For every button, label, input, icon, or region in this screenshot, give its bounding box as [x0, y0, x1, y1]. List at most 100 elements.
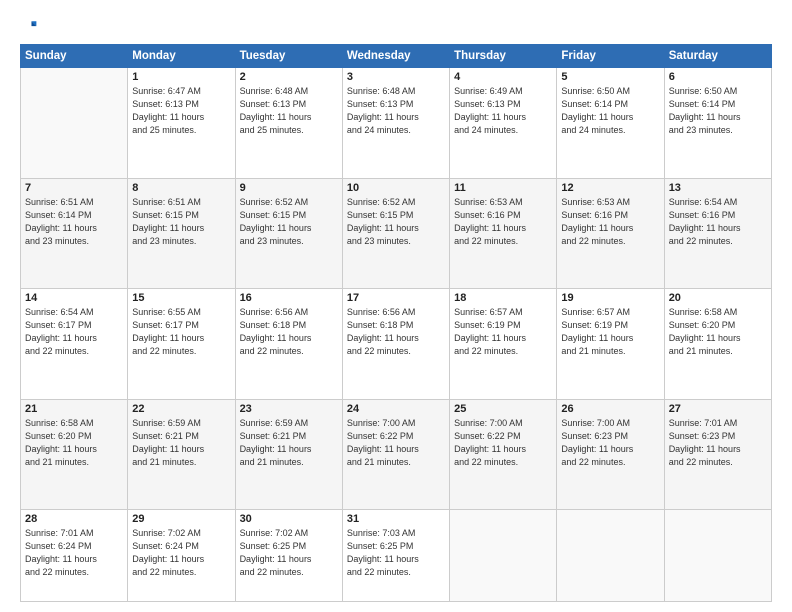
- day-number: 25: [454, 403, 552, 415]
- week-row-1: 1 Sunrise: 6:47 AM Sunset: 6:13 PM Daylig…: [21, 68, 772, 179]
- calendar-cell: 1 Sunrise: 6:47 AM Sunset: 6:13 PM Daylig…: [128, 68, 235, 179]
- week-row-4: 21 Sunrise: 6:58 AM Sunset: 6:20 PM Dayli…: [21, 399, 772, 510]
- day-info: Sunrise: 6:51 AM Sunset: 6:14 PM Dayligh…: [25, 196, 123, 248]
- day-number: 9: [240, 182, 338, 194]
- calendar-cell: 5Sunrise: 6:50 AM Sunset: 6:14 PM Daylig…: [557, 68, 664, 179]
- day-info: Sunrise: 7:00 AM Sunset: 6:23 PM Dayligh…: [561, 417, 659, 469]
- day-number: 12: [561, 182, 659, 194]
- day-number: 4: [454, 71, 552, 83]
- calendar-cell: [664, 510, 771, 602]
- day-number: 24: [347, 403, 445, 415]
- calendar-cell: 31Sunrise: 7:03 AM Sunset: 6:25 PM Dayli…: [342, 510, 449, 602]
- day-number: 17: [347, 292, 445, 304]
- day-info: Sunrise: 6:48 AM Sunset: 6:13 PM Dayligh…: [240, 85, 338, 137]
- weekday-header-thursday: Thursday: [450, 45, 557, 68]
- week-row-3: 14 Sunrise: 6:54 AM Sunset: 6:17 PM Dayli…: [21, 289, 772, 400]
- day-number: 27: [669, 403, 767, 415]
- day-info: Sunrise: 6:54 AM Sunset: 6:16 PM Dayligh…: [669, 196, 767, 248]
- day-info: Sunrise: 7:02 AM Sunset: 6:24 PM Dayligh…: [132, 527, 230, 579]
- day-info: Sunrise: 7:00 AM Sunset: 6:22 PM Dayligh…: [454, 417, 552, 469]
- day-number: 28: [25, 513, 123, 525]
- day-number: 14: [25, 292, 123, 304]
- calendar-cell: 21 Sunrise: 6:58 AM Sunset: 6:20 PM Dayli…: [21, 399, 128, 510]
- day-info: Sunrise: 6:53 AM Sunset: 6:16 PM Dayligh…: [454, 196, 552, 248]
- day-number: 1: [132, 71, 230, 83]
- day-info: Sunrise: 7:01 AM Sunset: 6:24 PM Dayligh…: [25, 527, 123, 579]
- day-number: 22: [132, 403, 230, 415]
- calendar-cell: 11 Sunrise: 6:53 AM Sunset: 6:16 PM Dayli…: [450, 178, 557, 289]
- day-info: Sunrise: 6:58 AM Sunset: 6:20 PM Dayligh…: [669, 306, 767, 358]
- calendar-cell: 10 Sunrise: 6:52 AM Sunset: 6:15 PM Dayli…: [342, 178, 449, 289]
- calendar-cell: 28 Sunrise: 7:01 AM Sunset: 6:24 PM Dayli…: [21, 510, 128, 602]
- day-number: 29: [132, 513, 230, 525]
- day-number: 26: [561, 403, 659, 415]
- day-info: Sunrise: 6:57 AM Sunset: 6:19 PM Dayligh…: [561, 306, 659, 358]
- day-info: Sunrise: 6:51 AM Sunset: 6:15 PM Dayligh…: [132, 196, 230, 248]
- calendar-cell: 6 Sunrise: 6:50 AM Sunset: 6:14 PM Daylig…: [664, 68, 771, 179]
- calendar-cell: 27Sunrise: 7:01 AM Sunset: 6:23 PM Dayli…: [664, 399, 771, 510]
- calendar-cell: 3Sunrise: 6:48 AM Sunset: 6:13 PM Daylig…: [342, 68, 449, 179]
- logo-icon: [20, 18, 38, 36]
- day-info: Sunrise: 6:52 AM Sunset: 6:15 PM Dayligh…: [240, 196, 338, 248]
- day-info: Sunrise: 7:02 AM Sunset: 6:25 PM Dayligh…: [240, 527, 338, 579]
- day-number: 23: [240, 403, 338, 415]
- calendar-cell: [450, 510, 557, 602]
- day-info: Sunrise: 6:50 AM Sunset: 6:14 PM Dayligh…: [669, 85, 767, 137]
- day-number: 18: [454, 292, 552, 304]
- weekday-header-tuesday: Tuesday: [235, 45, 342, 68]
- calendar-cell: 12Sunrise: 6:53 AM Sunset: 6:16 PM Dayli…: [557, 178, 664, 289]
- calendar-cell: 22Sunrise: 6:59 AM Sunset: 6:21 PM Dayli…: [128, 399, 235, 510]
- day-info: Sunrise: 6:55 AM Sunset: 6:17 PM Dayligh…: [132, 306, 230, 358]
- calendar-cell: 23 Sunrise: 6:59 AM Sunset: 6:21 PM Dayli…: [235, 399, 342, 510]
- page: SundayMondayTuesdayWednesdayThursdayFrid…: [0, 0, 792, 612]
- week-row-5: 28 Sunrise: 7:01 AM Sunset: 6:24 PM Dayli…: [21, 510, 772, 602]
- logo: [20, 18, 40, 36]
- day-info: Sunrise: 6:56 AM Sunset: 6:18 PM Dayligh…: [347, 306, 445, 358]
- calendar-cell: 29 Sunrise: 7:02 AM Sunset: 6:24 PM Dayli…: [128, 510, 235, 602]
- day-number: 15: [132, 292, 230, 304]
- weekday-header-row: SundayMondayTuesdayWednesdayThursdayFrid…: [21, 45, 772, 68]
- day-info: Sunrise: 6:54 AM Sunset: 6:17 PM Dayligh…: [25, 306, 123, 358]
- calendar-cell: 7 Sunrise: 6:51 AM Sunset: 6:14 PM Daylig…: [21, 178, 128, 289]
- calendar-cell: 8 Sunrise: 6:51 AM Sunset: 6:15 PM Daylig…: [128, 178, 235, 289]
- day-info: Sunrise: 6:48 AM Sunset: 6:13 PM Dayligh…: [347, 85, 445, 137]
- day-info: Sunrise: 6:57 AM Sunset: 6:19 PM Dayligh…: [454, 306, 552, 358]
- calendar-cell: 24 Sunrise: 7:00 AM Sunset: 6:22 PM Dayli…: [342, 399, 449, 510]
- day-info: Sunrise: 6:52 AM Sunset: 6:15 PM Dayligh…: [347, 196, 445, 248]
- calendar-cell: 25 Sunrise: 7:00 AM Sunset: 6:22 PM Dayli…: [450, 399, 557, 510]
- weekday-header-sunday: Sunday: [21, 45, 128, 68]
- calendar-cell: 30 Sunrise: 7:02 AM Sunset: 6:25 PM Dayli…: [235, 510, 342, 602]
- day-info: Sunrise: 6:59 AM Sunset: 6:21 PM Dayligh…: [240, 417, 338, 469]
- day-info: Sunrise: 7:00 AM Sunset: 6:22 PM Dayligh…: [347, 417, 445, 469]
- calendar-cell: 18 Sunrise: 6:57 AM Sunset: 6:19 PM Dayli…: [450, 289, 557, 400]
- day-number: 19: [561, 292, 659, 304]
- day-number: 2: [240, 71, 338, 83]
- weekday-header-monday: Monday: [128, 45, 235, 68]
- day-number: 10: [347, 182, 445, 194]
- calendar-cell: 16Sunrise: 6:56 AM Sunset: 6:18 PM Dayli…: [235, 289, 342, 400]
- week-row-2: 7 Sunrise: 6:51 AM Sunset: 6:14 PM Daylig…: [21, 178, 772, 289]
- day-number: 21: [25, 403, 123, 415]
- day-number: 16: [240, 292, 338, 304]
- weekday-header-wednesday: Wednesday: [342, 45, 449, 68]
- calendar-cell: 4Sunrise: 6:49 AM Sunset: 6:13 PM Daylig…: [450, 68, 557, 179]
- calendar-cell: 17 Sunrise: 6:56 AM Sunset: 6:18 PM Dayli…: [342, 289, 449, 400]
- day-number: 8: [132, 182, 230, 194]
- day-number: 30: [240, 513, 338, 525]
- day-info: Sunrise: 6:58 AM Sunset: 6:20 PM Dayligh…: [25, 417, 123, 469]
- header: [20, 18, 772, 36]
- day-info: Sunrise: 6:47 AM Sunset: 6:13 PM Dayligh…: [132, 85, 230, 137]
- day-number: 13: [669, 182, 767, 194]
- calendar-cell: 20Sunrise: 6:58 AM Sunset: 6:20 PM Dayli…: [664, 289, 771, 400]
- calendar: SundayMondayTuesdayWednesdayThursdayFrid…: [20, 44, 772, 602]
- day-number: 11: [454, 182, 552, 194]
- day-number: 31: [347, 513, 445, 525]
- calendar-cell: 26 Sunrise: 7:00 AM Sunset: 6:23 PM Dayli…: [557, 399, 664, 510]
- weekday-header-saturday: Saturday: [664, 45, 771, 68]
- calendar-cell: [557, 510, 664, 602]
- day-number: 6: [669, 71, 767, 83]
- calendar-cell: [21, 68, 128, 179]
- day-number: 7: [25, 182, 123, 194]
- day-number: 5: [561, 71, 659, 83]
- calendar-cell: 14 Sunrise: 6:54 AM Sunset: 6:17 PM Dayli…: [21, 289, 128, 400]
